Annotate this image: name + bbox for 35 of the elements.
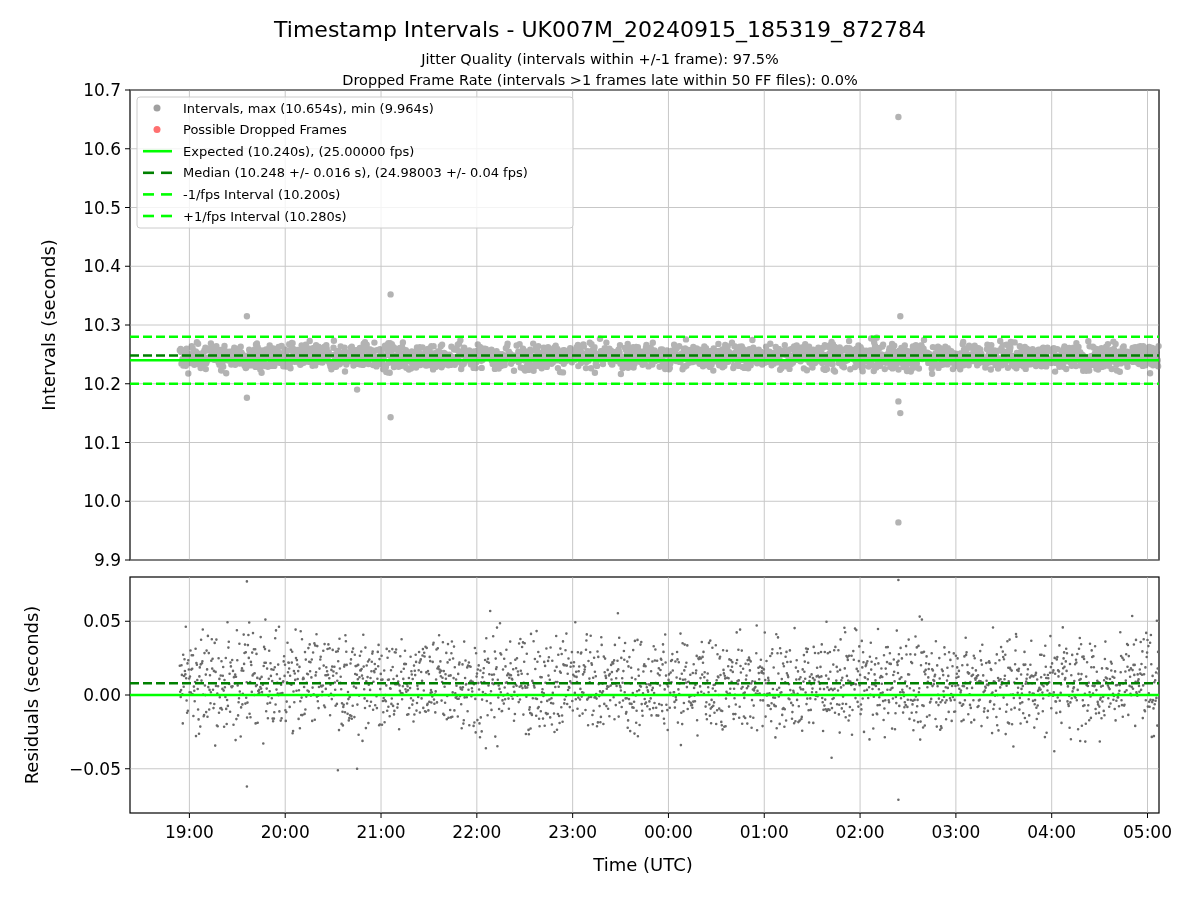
y-tick-label: −0.05 (68, 758, 121, 779)
x-tick-label: 21:00 (356, 822, 406, 842)
legend-label: Expected (10.240s), (25.00000 fps) (183, 143, 415, 159)
legend-label: -1/fps Interval (10.200s) (183, 186, 341, 202)
y-tick-label: 0.00 (83, 685, 121, 705)
y-tick-label: 10.5 (83, 197, 121, 218)
y-tick-label: 10.4 (83, 256, 121, 277)
y-tick-label: 10.2 (83, 373, 121, 394)
figure-title: Timestamp Intervals - UK007M_20240915_185319_872784 (274, 17, 926, 42)
x-tick-label: 02:00 (835, 822, 885, 842)
y-tick-label: 10.6 (83, 138, 121, 159)
legend-label: Possible Dropped Frames (183, 122, 347, 138)
y-tick-label: 9.9 (93, 550, 121, 570)
y-axis-label: Intervals (seconds) (38, 239, 59, 411)
y-tick-label: 10.3 (83, 315, 121, 335)
y-tick-label: 10.7 (83, 80, 121, 100)
x-axis-label: Time (UTC) (593, 854, 693, 875)
x-tick-label: 01:00 (739, 822, 789, 842)
y-tick-label: 10.0 (83, 491, 121, 512)
figure-subtitle: Jitter Quality (intervals within +/-1 frame): 97.5% (421, 51, 779, 67)
x-tick-label: 20:00 (260, 822, 310, 842)
x-tick-label: 00:00 (643, 822, 693, 842)
x-tick-label: 19:00 (164, 822, 214, 842)
figure-subtitle: Dropped Frame Rate (intervals >1 frames late within 50 FF files): 0.0% (342, 72, 858, 88)
x-tick-label: 03:00 (931, 822, 981, 842)
x-tick-label: 22:00 (452, 822, 502, 842)
x-tick-label: 04:00 (1027, 822, 1077, 842)
y-axis-label: Residuals (seconds) (21, 605, 42, 785)
legend-label: Intervals, max (10.654s), min (9.964s) (183, 100, 434, 116)
legend-label: Median (10.248 +/- 0.016 s), (24.98003 +/- 0.04 fps) (183, 165, 528, 181)
y-tick-label: 10.1 (83, 432, 121, 453)
y-tick-label: 0.05 (83, 611, 121, 632)
x-tick-label: 23:00 (548, 822, 598, 842)
x-tick-label: 05:00 (1123, 822, 1172, 842)
legend-label: +1/fps Interval (10.280s) (183, 208, 347, 224)
